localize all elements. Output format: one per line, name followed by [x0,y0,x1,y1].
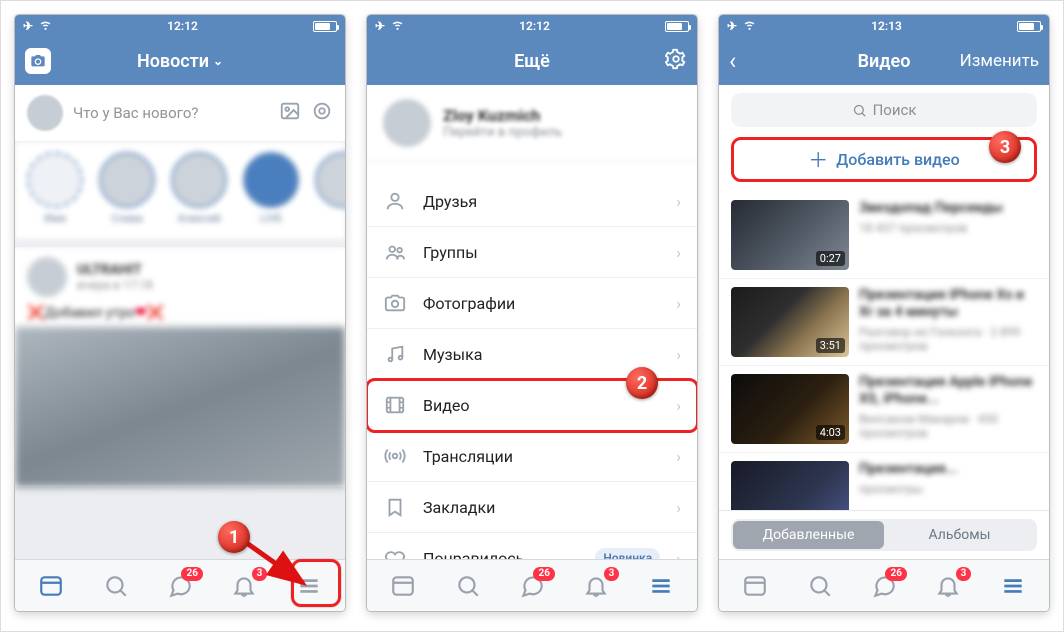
camera-icon [383,291,407,315]
step-3: 3 [989,131,1021,163]
new-pill: Новинка [595,548,660,559]
edit-button[interactable]: Изменить [960,51,1039,71]
airplane-mode-icon: ✈ [727,19,737,33]
tab-bar: 26 3 [719,559,1049,611]
back-icon[interactable]: ‹ [729,47,736,75]
airplane-mode-icon: ✈ [375,19,385,33]
segment-added[interactable]: Добавленные [733,521,884,549]
chevron-right-icon: › [676,396,681,415]
profile-row[interactable]: Zloy Kuzmich Перейти в профиль [367,85,697,162]
tab-notifications[interactable]: 3 [927,565,969,607]
nav-title-news[interactable]: Новости⌄ [95,51,265,72]
feed-post[interactable]: ULTRAHIT вчера в 17:18 ❌Добавил утро❤❌ [15,247,345,487]
search-icon [852,103,867,118]
tab-search[interactable] [799,565,841,607]
wifi-icon [39,18,52,34]
phone-video: ✈ 12:13 ‹ Видео Изменить Поиск ＋ Добавит… [719,15,1049,611]
post-image[interactable] [15,327,345,487]
chevron-right-icon: › [676,294,681,313]
phone-more: ✈ 12:12 Ещё Zloy Kuzmich Перейти в профи… [367,15,697,611]
users-icon [383,240,407,264]
video-item[interactable]: 0:27 Звездопад Персеиды18 437 просмотров [719,192,1049,279]
tab-menu[interactable] [640,565,682,607]
tab-feed[interactable] [382,565,424,607]
wifi-icon [391,18,404,34]
chevron-right-icon: › [676,192,681,211]
menu-liked[interactable]: Понравилось Новинка › [367,533,697,559]
search-placeholder: Поиск [873,101,917,119]
chevron-right-icon: › [676,243,681,262]
compose-row[interactable]: Что у Вас нового? [15,85,345,142]
navbar-news: Новости⌄ [15,37,345,85]
chevron-right-icon: › [676,447,681,466]
segment-albums[interactable]: Альбомы [884,521,1035,549]
tab-messages[interactable]: 26 [511,565,553,607]
tab-feed[interactable] [30,565,72,607]
news-content: Что у Вас нового? Имя Слава Алексей LIVE… [15,85,345,559]
video-thumb: 4:03 [731,374,849,444]
gear-icon[interactable] [665,48,687,75]
status-time: 12:12 [52,19,313,33]
navbar-video: ‹ Видео Изменить [719,37,1049,85]
camera-icon[interactable] [25,48,51,74]
battery-icon [665,21,689,32]
chevron-right-icon: › [676,549,681,560]
menu-live[interactable]: Трансляции › [367,431,697,482]
step-2: 2 [626,367,658,399]
nav-title-video: Видео [799,51,969,72]
tab-notifications[interactable]: 3 [575,565,617,607]
film-icon [383,393,407,417]
video-item[interactable]: 4:03 Презентация Apple iPhone XS, iPhone… [719,366,1049,453]
menu-friends[interactable]: Друзья › [367,176,697,227]
search-input[interactable]: Поиск [731,93,1037,127]
airplane-mode-icon: ✈ [23,19,33,33]
tab-search[interactable] [95,565,137,607]
segment-control: Добавленные Альбомы [719,510,1049,559]
status-bar: ✈ 12:12 [15,15,345,37]
chevron-right-icon: › [676,498,681,517]
video-thumb: 3:51 [731,287,849,357]
video-thumb: 0:27 [731,200,849,270]
chevron-right-icon: › [676,345,681,364]
more-content: Zloy Kuzmich Перейти в профиль Друзья › … [367,85,697,559]
menu-bookmarks[interactable]: Закладки › [367,482,697,533]
photo-icon[interactable] [279,100,301,126]
menu-photos[interactable]: Фотографии › [367,278,697,329]
navbar-more: Ещё [367,37,697,85]
status-bar: ✈ 12:12 [367,15,697,37]
tab-bar: 26 3 [367,559,697,611]
user-avatar[interactable] [27,95,63,131]
compose-placeholder[interactable]: Что у Вас нового? [73,104,269,122]
step-1: 1 [218,521,250,553]
heart-icon [383,546,407,559]
phone-news: ✈ 12:12 Новости⌄ Что у Вас нового? [15,15,345,611]
live-icon[interactable] [311,100,333,126]
video-item[interactable]: 3:51 Презентация iPhone Xs и Xr за 4 мин… [719,279,1049,366]
wifi-icon [743,18,756,34]
messages-badge: 26 [181,567,202,581]
battery-icon [313,21,337,32]
battery-icon [1017,21,1041,32]
status-time: 12:12 [404,19,665,33]
tab-messages[interactable]: 26 [159,565,201,607]
bookmark-icon [383,495,407,519]
user-icon [383,189,407,213]
nav-title-more: Ещё [447,51,617,72]
status-bar: ✈ 12:13 [719,15,1049,37]
music-icon [383,342,407,366]
chevron-down-icon: ⌄ [213,54,223,68]
status-time: 12:13 [756,19,1017,33]
tab-feed[interactable] [734,565,776,607]
add-video-label: Добавить видео [836,150,959,169]
broadcast-icon [383,444,407,468]
tab-messages[interactable]: 26 [863,565,905,607]
plus-icon: ＋ [808,152,828,168]
stories-row[interactable]: Имя Слава Алексей LIVE [15,142,345,247]
tab-menu[interactable] [992,565,1034,607]
video-list: 0:27 Звездопад Персеиды18 437 просмотров… [719,192,1049,540]
tab-search[interactable] [447,565,489,607]
menu-groups[interactable]: Группы › [367,227,697,278]
